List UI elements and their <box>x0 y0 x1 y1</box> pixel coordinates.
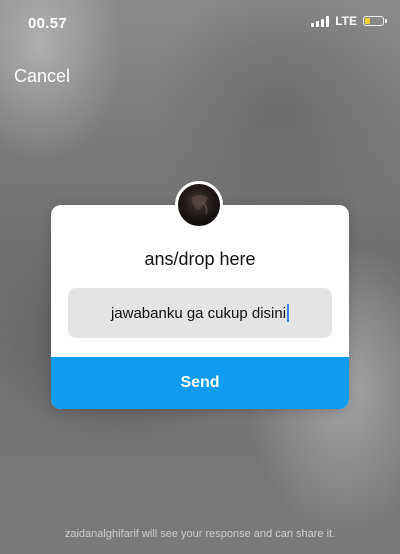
answer-text: jawabanku ga cukup disini <box>110 304 287 322</box>
battery-icon <box>363 16 387 26</box>
avatar <box>175 181 223 229</box>
question-response-card: ans/drop here jawabanku ga cukup disini … <box>51 181 349 409</box>
answer-input[interactable]: jawabanku ga cukup disini <box>68 288 332 338</box>
question-text: ans/drop here <box>144 249 256 269</box>
signal-icon <box>311 15 330 27</box>
send-button[interactable]: Send <box>51 357 349 409</box>
battery-level <box>365 18 371 24</box>
network-label: LTE <box>335 14 357 28</box>
status-bar: 00.57 LTE <box>0 0 400 46</box>
share-disclaimer: zaidanalghifarif will see your response … <box>64 528 336 540</box>
cancel-button[interactable]: Cancel <box>14 66 70 87</box>
text-caret <box>287 304 290 322</box>
status-time: 00.57 <box>28 15 68 32</box>
status-indicators: LTE <box>311 14 387 28</box>
